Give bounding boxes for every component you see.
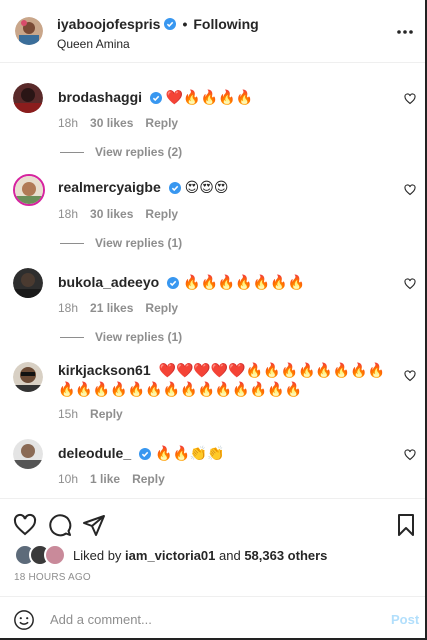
liked-by-middle: and — [215, 547, 245, 563]
comment-time[interactable]: 18h — [58, 301, 78, 315]
liked-by-prefix: Liked by — [73, 547, 126, 563]
emoji-picker-icon[interactable] — [13, 609, 35, 631]
like-comment-icon[interactable] — [404, 184, 416, 196]
replies-divider — [60, 242, 84, 244]
liked-by-row: Liked by iam_victoria01 and 58,363 other… — [14, 544, 327, 566]
verified-badge-icon — [139, 448, 152, 461]
author-username[interactable]: iyaboojofespris — [57, 16, 160, 32]
view-replies-button[interactable]: View replies (1) — [60, 236, 182, 250]
comment-meta: 18h 30 likes Reply — [58, 207, 178, 221]
add-comment-bar: Post — [0, 596, 425, 638]
reply-button[interactable]: Reply — [145, 207, 178, 221]
comment-body: 😍😍😍 — [184, 180, 229, 196]
replies-divider — [60, 151, 84, 153]
author-line: iyaboojofespris • Following — [57, 16, 259, 32]
commenter-avatar[interactable] — [13, 362, 43, 392]
comment-time[interactable]: 18h — [58, 207, 78, 221]
verified-badge-icon — [168, 182, 181, 195]
separator-dot: • — [182, 16, 188, 32]
comment-text: realmercyaigbe 😍😍😍 — [58, 178, 388, 197]
verified-badge-icon — [164, 18, 177, 30]
commenter-avatar[interactable] — [13, 439, 43, 469]
comments-list: brodashaggi ❤️🔥🔥🔥🔥 18h 30 likes Reply Vi… — [0, 63, 425, 498]
liker-avatar[interactable] — [44, 544, 66, 566]
reply-button[interactable]: Reply — [145, 301, 178, 315]
comment-likes[interactable]: 21 likes — [90, 301, 133, 315]
reply-button[interactable]: Reply — [145, 116, 178, 130]
verified-badge-icon — [167, 277, 180, 290]
post-comment-button[interactable]: Post — [391, 612, 419, 627]
post-action-bar — [0, 498, 425, 543]
comment-text: brodashaggi ❤️🔥🔥🔥🔥 — [58, 88, 388, 107]
view-replies-label: View replies (1) — [95, 330, 183, 344]
post-header: iyaboojofespris • Following Queen Amina — [0, 0, 425, 63]
verified-badge-icon — [150, 92, 163, 105]
replies-divider — [60, 336, 84, 338]
comment-meta: 15h Reply — [58, 407, 123, 421]
like-comment-icon[interactable] — [404, 93, 416, 105]
commenter-username[interactable]: kirkjackson61 — [58, 362, 151, 378]
like-comment-icon[interactable] — [404, 370, 416, 382]
commenter-username[interactable]: bukola_adeeyo — [58, 274, 159, 290]
like-comment-icon[interactable] — [404, 449, 416, 461]
comment-body: 🔥🔥👏👏 — [155, 446, 225, 462]
view-replies-label: View replies (2) — [95, 145, 183, 159]
commenter-avatar[interactable] — [13, 174, 45, 206]
liked-by-text: Liked by iam_victoria01 and 58,363 other… — [73, 548, 327, 563]
comment-icon[interactable] — [48, 513, 72, 537]
commenter-avatar[interactable] — [13, 83, 43, 113]
reply-button[interactable]: Reply — [90, 407, 123, 421]
add-comment-input[interactable] — [48, 607, 372, 631]
more-options-icon[interactable] — [396, 22, 414, 42]
liked-by-user[interactable]: iam_victoria01 — [125, 548, 215, 563]
comment-meta: 18h 30 likes Reply — [58, 116, 178, 130]
commenter-avatar[interactable] — [13, 268, 43, 298]
reply-button[interactable]: Reply — [132, 472, 165, 486]
following-button[interactable]: Following — [193, 16, 258, 32]
likes-count[interactable]: 58,363 others — [244, 548, 327, 563]
post-location[interactable]: Queen Amina — [57, 37, 130, 51]
comment-body: 🔥🔥🔥🔥🔥🔥🔥 — [183, 275, 306, 291]
post-timestamp[interactable]: 18 HOURS AGO — [14, 572, 91, 583]
save-bookmark-icon[interactable] — [394, 513, 418, 537]
comment-text: kirkjackson61 ❤️❤️❤️❤️❤️🔥🔥🔥🔥🔥🔥🔥🔥🔥🔥🔥🔥🔥🔥🔥🔥… — [58, 361, 393, 399]
comment-text: bukola_adeeyo 🔥🔥🔥🔥🔥🔥🔥 — [58, 273, 388, 292]
comment-meta: 18h 21 likes Reply — [58, 301, 178, 315]
share-icon[interactable] — [82, 513, 106, 537]
view-replies-button[interactable]: View replies (1) — [60, 330, 182, 344]
comment-likes[interactable]: 30 likes — [90, 116, 133, 130]
view-replies-button[interactable]: View replies (2) — [60, 145, 182, 159]
comment-time[interactable]: 10h — [58, 472, 78, 486]
comment-text: deleodule_ 🔥🔥👏👏 — [58, 444, 388, 463]
like-post-icon[interactable] — [13, 513, 37, 537]
comment-time[interactable]: 15h — [58, 407, 78, 421]
comment-time[interactable]: 18h — [58, 116, 78, 130]
commenter-username[interactable]: realmercyaigbe — [58, 179, 161, 195]
comment-meta: 10h 1 like Reply — [58, 472, 165, 486]
commenter-username[interactable]: deleodule_ — [58, 445, 131, 461]
author-avatar[interactable] — [15, 17, 43, 45]
view-replies-label: View replies (1) — [95, 236, 183, 250]
commenter-username[interactable]: brodashaggi — [58, 89, 142, 105]
comment-body: ❤️🔥🔥🔥🔥 — [165, 90, 254, 106]
comment-likes[interactable]: 30 likes — [90, 207, 133, 221]
post-comments-panel: iyaboojofespris • Following Queen Amina … — [0, 0, 427, 640]
comment-likes[interactable]: 1 like — [90, 472, 120, 486]
like-comment-icon[interactable] — [404, 278, 416, 290]
